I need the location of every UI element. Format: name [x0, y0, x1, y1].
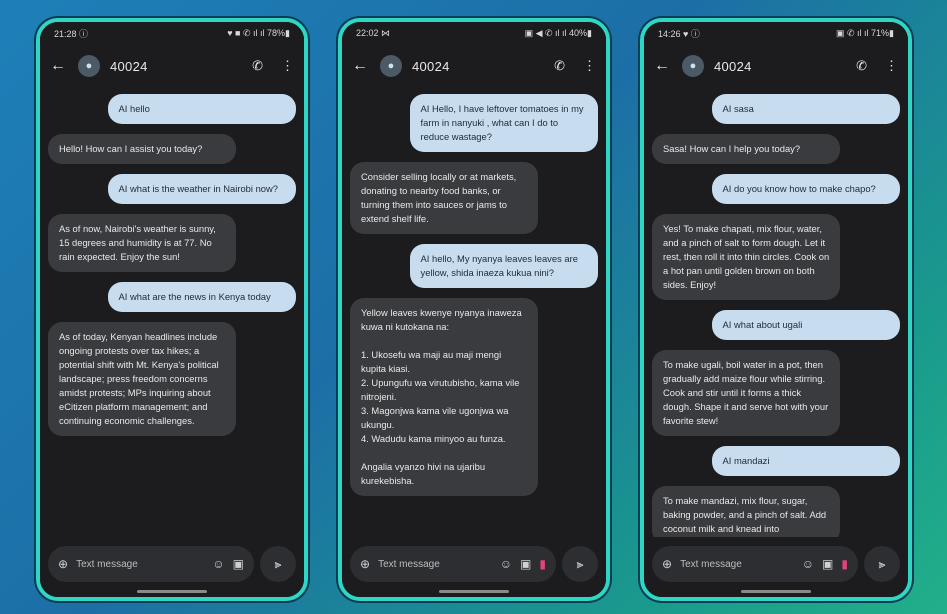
- arrow-left-icon[interactable]: ←: [50, 57, 72, 75]
- status-time: 14:26 ♥ ⓘ: [658, 28, 700, 39]
- outgoing-message[interactable]: AI mandazi: [711, 446, 900, 476]
- incoming-message[interactable]: As of today, Kenyan headlines include on…: [48, 322, 237, 436]
- person-icon[interactable]: ●: [78, 55, 100, 77]
- outgoing-message[interactable]: AI hello, My nyanya leaves leaves are ye…: [409, 244, 598, 288]
- message-input[interactable]: ⊕ Text message ☺ ▣: [48, 546, 254, 582]
- phone-screen-1: 21:28 ⓘ ♥ ■ ✆ ıl ıl 78%▮ ← ● 40024 ✆ ⋮ AI hello…: [36, 18, 308, 601]
- add-circle-icon[interactable]: ⊕: [58, 557, 68, 571]
- emoji-icon[interactable]: ☺: [802, 557, 814, 571]
- gesture-handle: [741, 590, 811, 593]
- voice-icon[interactable]: ⫸: [260, 546, 296, 582]
- gesture-handle: [137, 590, 207, 593]
- person-icon[interactable]: ●: [380, 55, 402, 77]
- arrow-left-icon[interactable]: ←: [654, 57, 676, 75]
- more-vert-icon[interactable]: ⋮: [885, 58, 898, 74]
- app-bar: ← ● 40024 ✆ ⋮: [342, 44, 606, 88]
- screen: 21:28 ⓘ ♥ ■ ✆ ıl ıl 78%▮ ← ● 40024 ✆ ⋮ AI hello…: [40, 22, 304, 597]
- contact-name: 40024: [110, 58, 148, 74]
- gallery-icon[interactable]: ▣: [233, 557, 244, 571]
- gallery-icon[interactable]: ▣: [520, 557, 531, 571]
- incoming-message[interactable]: To make ugali, boil water in a pot, then…: [652, 350, 841, 436]
- phone-screen-2: 22:02 ⋈ ▣ ◀ ✆ ıl ıl 40%▮ ← ● 40024 ✆ ⋮ AI Hello…: [338, 18, 610, 601]
- phone-icon[interactable]: ✆: [252, 58, 263, 74]
- status-bar: 14:26 ♥ ⓘ ▣ ✆ ıl ıl 71%▮: [644, 22, 908, 44]
- outgoing-message[interactable]: AI do you know how to make chapo?: [711, 174, 900, 204]
- outgoing-message[interactable]: AI Hello, I have leftover tomatoes in my…: [409, 94, 598, 152]
- incoming-message[interactable]: Sasa! How can I help you today?: [652, 134, 841, 164]
- incoming-message[interactable]: Yellow leaves kwenye nyanya inaweza kuwa…: [350, 298, 539, 496]
- message-list: AI Hello, I have leftover tomatoes in my…: [342, 88, 606, 537]
- status-time: 21:28 ⓘ: [54, 28, 89, 39]
- screen: 14:26 ♥ ⓘ ▣ ✆ ıl ıl 71%▮ ← ● 40024 ✆ ⋮ AI sasa S…: [644, 22, 908, 597]
- attach-icon[interactable]: ▮: [539, 557, 546, 571]
- message-placeholder[interactable]: Text message: [680, 559, 794, 570]
- phone-icon[interactable]: ✆: [856, 58, 867, 74]
- incoming-message[interactable]: Yes! To make chapati, mix flour, water, …: [652, 214, 841, 300]
- composer: ⊕ Text message ☺ ▣ ▮ ⫸: [652, 545, 900, 583]
- outgoing-message[interactable]: AI what about ugali: [711, 310, 900, 340]
- message-list: AI hello Hello! How can I assist you toda…: [40, 88, 304, 537]
- emoji-icon[interactable]: ☺: [212, 557, 224, 571]
- app-bar: ← ● 40024 ✆ ⋮: [644, 44, 908, 88]
- outgoing-message[interactable]: AI what is the weather in Nairobi now?: [107, 174, 296, 204]
- screen: 22:02 ⋈ ▣ ◀ ✆ ıl ıl 40%▮ ← ● 40024 ✆ ⋮ AI Hello…: [342, 22, 606, 597]
- app-bar: ← ● 40024 ✆ ⋮: [40, 44, 304, 88]
- person-icon[interactable]: ●: [682, 55, 704, 77]
- message-list: AI sasa Sasa! How can I help you today? AI…: [644, 88, 908, 537]
- phone-screen-3: 14:26 ♥ ⓘ ▣ ✆ ıl ıl 71%▮ ← ● 40024 ✆ ⋮ AI sasa S…: [640, 18, 912, 601]
- outgoing-message[interactable]: AI sasa: [711, 94, 900, 124]
- more-vert-icon[interactable]: ⋮: [281, 58, 294, 74]
- attach-icon[interactable]: ▮: [841, 557, 848, 571]
- contact-name: 40024: [714, 58, 752, 74]
- voice-icon[interactable]: ⫸: [864, 546, 900, 582]
- status-time: 22:02 ⋈: [356, 27, 391, 38]
- message-placeholder[interactable]: Text message: [378, 559, 492, 570]
- status-bar: 22:02 ⋈ ▣ ◀ ✆ ıl ıl 40%▮: [342, 22, 606, 44]
- emoji-icon[interactable]: ☺: [500, 557, 512, 571]
- more-vert-icon[interactable]: ⋮: [583, 58, 596, 74]
- gallery-icon[interactable]: ▣: [822, 557, 833, 571]
- outgoing-message[interactable]: AI hello: [107, 94, 296, 124]
- status-bar: 21:28 ⓘ ♥ ■ ✆ ıl ıl 78%▮: [40, 22, 304, 44]
- contact-name: 40024: [412, 58, 450, 74]
- incoming-message[interactable]: Hello! How can I assist you today?: [48, 134, 237, 164]
- phone-icon[interactable]: ✆: [554, 58, 565, 74]
- incoming-message[interactable]: Consider selling locally or at markets, …: [350, 162, 539, 234]
- status-icons: ♥ ■ ✆ ıl ıl 78%▮: [227, 27, 290, 38]
- add-circle-icon[interactable]: ⊕: [662, 557, 672, 571]
- composer: ⊕ Text message ☺ ▣ ⫸: [48, 545, 296, 583]
- incoming-message[interactable]: To make mandazi, mix flour, sugar, bakin…: [652, 486, 841, 537]
- status-icons: ▣ ◀ ✆ ıl ıl 40%▮: [524, 27, 592, 38]
- message-placeholder[interactable]: Text message: [76, 559, 204, 570]
- message-input[interactable]: ⊕ Text message ☺ ▣ ▮: [652, 546, 858, 582]
- voice-icon[interactable]: ⫸: [562, 546, 598, 582]
- status-icons: ▣ ✆ ıl ıl 71%▮: [835, 27, 894, 38]
- incoming-message[interactable]: As of now, Nairobi's weather is sunny, 1…: [48, 214, 237, 272]
- composer: ⊕ Text message ☺ ▣ ▮ ⫸: [350, 545, 598, 583]
- gesture-handle: [439, 590, 509, 593]
- message-input[interactable]: ⊕ Text message ☺ ▣ ▮: [350, 546, 556, 582]
- outgoing-message[interactable]: AI what are the news in Kenya today: [107, 282, 296, 312]
- add-circle-icon[interactable]: ⊕: [360, 557, 370, 571]
- arrow-left-icon[interactable]: ←: [352, 57, 374, 75]
